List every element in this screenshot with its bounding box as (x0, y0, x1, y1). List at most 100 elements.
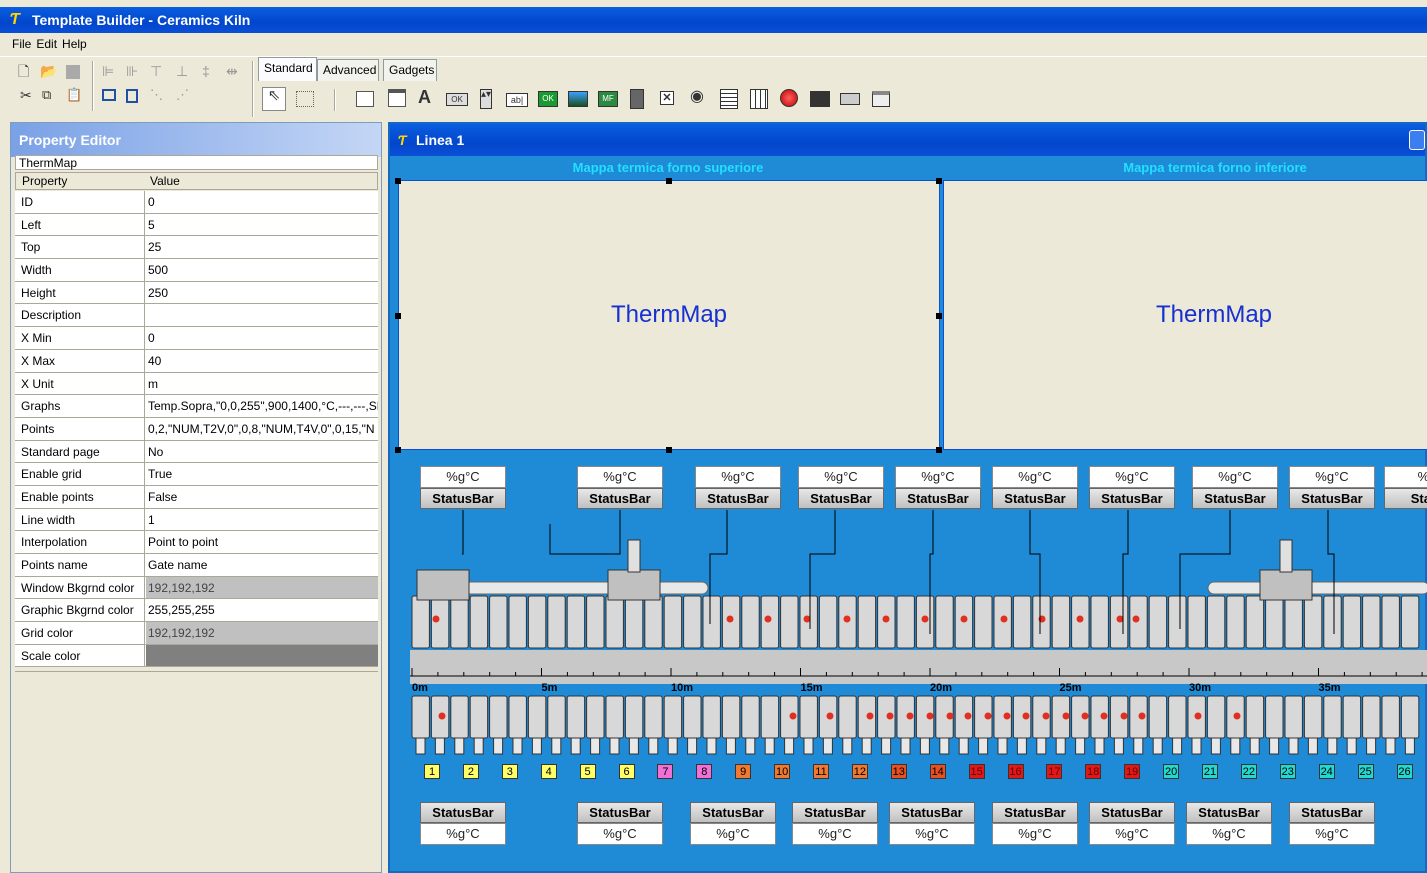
property-value[interactable]: False (146, 486, 378, 508)
size-width-icon[interactable] (102, 89, 116, 101)
property-value[interactable] (146, 304, 378, 326)
property-row[interactable]: Description (15, 304, 378, 328)
selection-handle[interactable] (395, 178, 401, 184)
paste-icon[interactable]: 📋 (66, 87, 82, 103)
selection-handle[interactable] (936, 447, 942, 453)
tabpanel-icon[interactable] (872, 91, 890, 107)
align-right-icon[interactable]: ⊪ (126, 63, 138, 79)
snap-grid-icon[interactable]: ⋱ (150, 87, 163, 103)
rectangle-icon[interactable] (356, 91, 374, 107)
status-bar-widget[interactable]: StatusBar %g°C (577, 802, 663, 846)
led-icon[interactable] (780, 89, 798, 107)
menu-help[interactable]: Help (62, 34, 92, 51)
checkbox-icon[interactable]: ✕ (660, 91, 674, 105)
property-row[interactable]: X Min 0 (15, 327, 378, 350)
size-height-icon[interactable] (126, 89, 138, 103)
property-value[interactable]: 192,192,192 (146, 576, 378, 599)
property-row[interactable]: ID 0 (15, 191, 378, 214)
status-bar-widget[interactable]: StatusBar %g°C (690, 802, 776, 846)
center-h-icon[interactable]: ‡ (202, 63, 210, 79)
meter-icon[interactable] (810, 91, 830, 107)
status-bar-widget[interactable]: StatusBar %g°C (992, 802, 1078, 846)
frame-icon[interactable] (388, 89, 406, 107)
property-row[interactable]: Graphic Bkgrnd color 255,255,255 (15, 599, 378, 623)
selection-handle[interactable] (395, 447, 401, 453)
center-v-icon[interactable]: ⇹ (226, 63, 238, 79)
property-value[interactable]: Gate name (146, 554, 378, 576)
property-value[interactable]: 192,192,192 (146, 622, 378, 644)
property-value[interactable]: 5 (146, 214, 378, 236)
property-row[interactable]: X Max 40 (15, 349, 378, 373)
selection-handle[interactable] (936, 313, 942, 319)
select-rect-icon[interactable] (296, 91, 314, 107)
property-row[interactable]: Interpolation Point to point (15, 531, 378, 554)
edit-icon[interactable]: ab| (506, 93, 528, 107)
list-icon[interactable] (720, 89, 738, 109)
tab-advanced[interactable]: Advanced (317, 59, 379, 81)
tab-standard[interactable]: Standard (258, 57, 317, 81)
property-row[interactable]: Points name Gate name (15, 554, 378, 577)
property-value[interactable]: 25 (146, 236, 378, 258)
thermmap-upper[interactable]: ThermMap (398, 180, 940, 450)
property-value[interactable]: 255,255,255 (146, 599, 378, 621)
thermmap-lower[interactable]: ThermMap (943, 180, 1427, 450)
align-bottom-icon[interactable]: ⊥ (176, 63, 188, 79)
menu-edit[interactable]: Edit (36, 34, 62, 51)
property-row[interactable]: Grid color 192,192,192 (15, 622, 378, 645)
status-bar-widget[interactable]: StatusBar %g°C (420, 802, 506, 846)
property-value[interactable]: 1 (146, 509, 378, 531)
selection-handle[interactable] (936, 178, 942, 184)
property-row[interactable]: Left 5 (15, 213, 378, 237)
property-value[interactable]: m (146, 373, 378, 395)
panel-icon[interactable] (840, 93, 860, 105)
button-icon[interactable]: OK (446, 93, 468, 106)
open-icon[interactable]: 📂 (40, 63, 57, 79)
property-row[interactable]: Line width 1 (15, 508, 378, 532)
snap-line-icon[interactable]: ⋰ (176, 87, 189, 103)
status-bar-widget[interactable]: StatusBar %g°C (792, 802, 878, 846)
property-value[interactable]: 500 (146, 259, 378, 281)
status-bar-widget[interactable]: StatusBar %g°C (1289, 802, 1375, 846)
new-icon[interactable]: 🗋 (18, 63, 29, 79)
property-value[interactable]: 40 (146, 350, 378, 372)
selection-handle[interactable] (666, 447, 672, 453)
grid-icon[interactable] (750, 89, 768, 109)
header-value[interactable]: Value (150, 174, 180, 188)
text-icon[interactable]: A (418, 88, 431, 106)
property-row[interactable]: Scale color (15, 644, 378, 668)
property-value[interactable]: No (146, 441, 378, 463)
property-value[interactable]: True (146, 463, 378, 485)
property-row[interactable]: X Unit m (15, 372, 378, 396)
selected-object-field[interactable]: ThermMap (15, 155, 378, 170)
maximize-button[interactable] (1409, 130, 1425, 150)
header-property[interactable]: Property (22, 174, 67, 188)
status-bar-widget[interactable]: StatusBar %g°C (1186, 802, 1272, 846)
calc-icon[interactable] (630, 89, 644, 109)
property-value[interactable]: Point to point (146, 531, 378, 553)
property-row[interactable]: Window Bkgrnd color 192,192,192 (15, 576, 378, 600)
property-value[interactable]: 0 (146, 191, 378, 213)
property-row[interactable]: Enable grid True (15, 463, 378, 486)
property-row[interactable]: Top 25 (15, 236, 378, 260)
property-value[interactable]: 250 (146, 282, 378, 304)
tab-gadgets[interactable]: Gadgets (383, 59, 437, 81)
spinner-icon[interactable]: ▴▾ (480, 89, 492, 109)
menu-file[interactable]: File (0, 34, 36, 51)
metafile-icon[interactable]: MF (598, 91, 618, 107)
image-icon[interactable] (568, 91, 588, 107)
copy-icon[interactable]: ⧉ (42, 87, 51, 103)
property-row[interactable]: Width 500 (15, 259, 378, 282)
property-row[interactable]: Graphs Temp.Sopra,"0,0,255",900,1400,°C,-… (15, 395, 378, 418)
align-left-icon[interactable]: ⊫ (102, 63, 114, 79)
radio-icon[interactable]: ◉ (690, 89, 704, 105)
selection-handle[interactable] (666, 178, 672, 184)
status-bar-widget[interactable]: StatusBar %g°C (1089, 802, 1175, 846)
cut-icon[interactable]: ✂ (20, 87, 32, 103)
status-bar-widget[interactable]: StatusBar %g°C (889, 802, 975, 846)
selection-handle[interactable] (395, 313, 401, 319)
property-value[interactable]: 0,2,"NUM,T2V,0",0,8,"NUM,T4V,0",0,15,"N (146, 418, 378, 440)
property-row[interactable]: Height 250 (15, 281, 378, 305)
color-icon[interactable]: OK (538, 91, 558, 107)
property-value[interactable]: 0 (146, 327, 378, 349)
property-row[interactable]: Enable points False (15, 485, 378, 509)
